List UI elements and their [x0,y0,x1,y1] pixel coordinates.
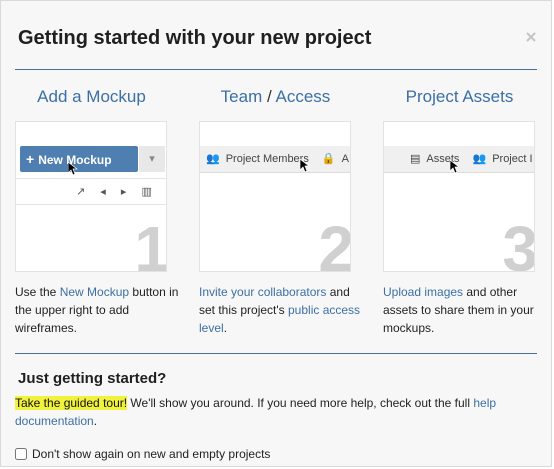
step-number: 2 [318,213,351,272]
dont-show-again-option[interactable]: Don't show again on new and empty projec… [15,447,270,461]
dialog-title: Getting started with your new project [18,27,372,49]
heading-access: Access [275,87,331,106]
new-mockup-button: + New Mockup [20,146,138,172]
column-team-access: Team / Access 👥 Project Members 🔒 A 2 Invi… [199,87,367,335]
members-icon: 👥 [472,153,487,165]
arrow-icon: ↗ [76,186,86,198]
column-heading: Project Assets [405,87,514,106]
invite-collaborators-link[interactable]: Invite your collaborators [199,285,326,299]
divider [15,353,537,354]
access-label: A [341,153,349,165]
footer-period: . [93,414,98,428]
footer-title: Just getting started? [18,370,167,387]
arrow-left-icon: ◂ [100,186,106,198]
heading-team: Team [220,87,263,106]
divider [16,204,166,205]
cursor-icon [449,159,461,177]
upload-images-link[interactable]: Upload images [383,285,463,299]
column-project-assets: Project Assets ▤ Assets 👥 Project I 3 Uplo… [383,87,551,335]
heading-separator: / [266,87,272,106]
guided-tour-link[interactable]: Take the guided tour! [15,396,128,410]
project-info-label: Project I [492,153,533,165]
new-mockup-link[interactable]: New Mockup [60,285,129,299]
getting-started-dialog: Getting started with your new project Ad… [0,0,552,467]
footer-text: Take the guided tour! We'll show you aro… [15,394,535,430]
plus-icon: + [26,151,35,167]
close-icon[interactable] [523,31,539,47]
project-assets-thumbnail: ▤ Assets 👥 Project I 3 [383,121,535,272]
footer-body: We'll show you around. If you need more … [127,396,474,410]
assets-icon: ▤ [410,153,421,165]
column-description: Invite your collaborators and set this p… [199,283,369,337]
column-description: Use the New Mockup button in the upper r… [15,283,185,337]
divider [15,69,537,70]
cursor-icon [299,158,311,176]
step-number: 1 [134,213,167,272]
thumb-toolbar: 👥 Project Members 🔒 A [200,146,350,173]
desc-text: Use the [15,285,60,299]
cursor-icon [67,161,79,179]
add-mockup-thumbnail: + New Mockup ▾ ↗ ◂ ▸ ▥ 1 [15,121,167,272]
column-heading: Add a Mockup [37,87,146,106]
project-members-label: Project Members [225,153,309,165]
column-add-mockup: Add a Mockup + New Mockup ▾ ↗ ◂ ▸ ▥ 1 Use… [15,87,183,335]
column-description: Upload images and other assets to share … [383,283,553,337]
toolbar-icons: ↗ ◂ ▸ ▥ [76,185,164,198]
chevron-down-icon: ▾ [139,146,165,172]
dont-show-again-label: Don't show again on new and empty projec… [32,447,271,461]
column-heading: Team / Access [199,87,352,107]
desc-text: . [223,321,228,335]
step-number: 3 [502,213,535,272]
grid-icon: ▥ [141,186,152,198]
members-icon: 👥 [206,153,220,165]
divider [16,178,166,179]
arrow-right-icon: ▸ [120,186,127,198]
lock-icon: 🔒 [321,153,336,165]
dont-show-again-checkbox[interactable] [15,448,27,460]
team-access-thumbnail: 👥 Project Members 🔒 A 2 [199,121,351,272]
